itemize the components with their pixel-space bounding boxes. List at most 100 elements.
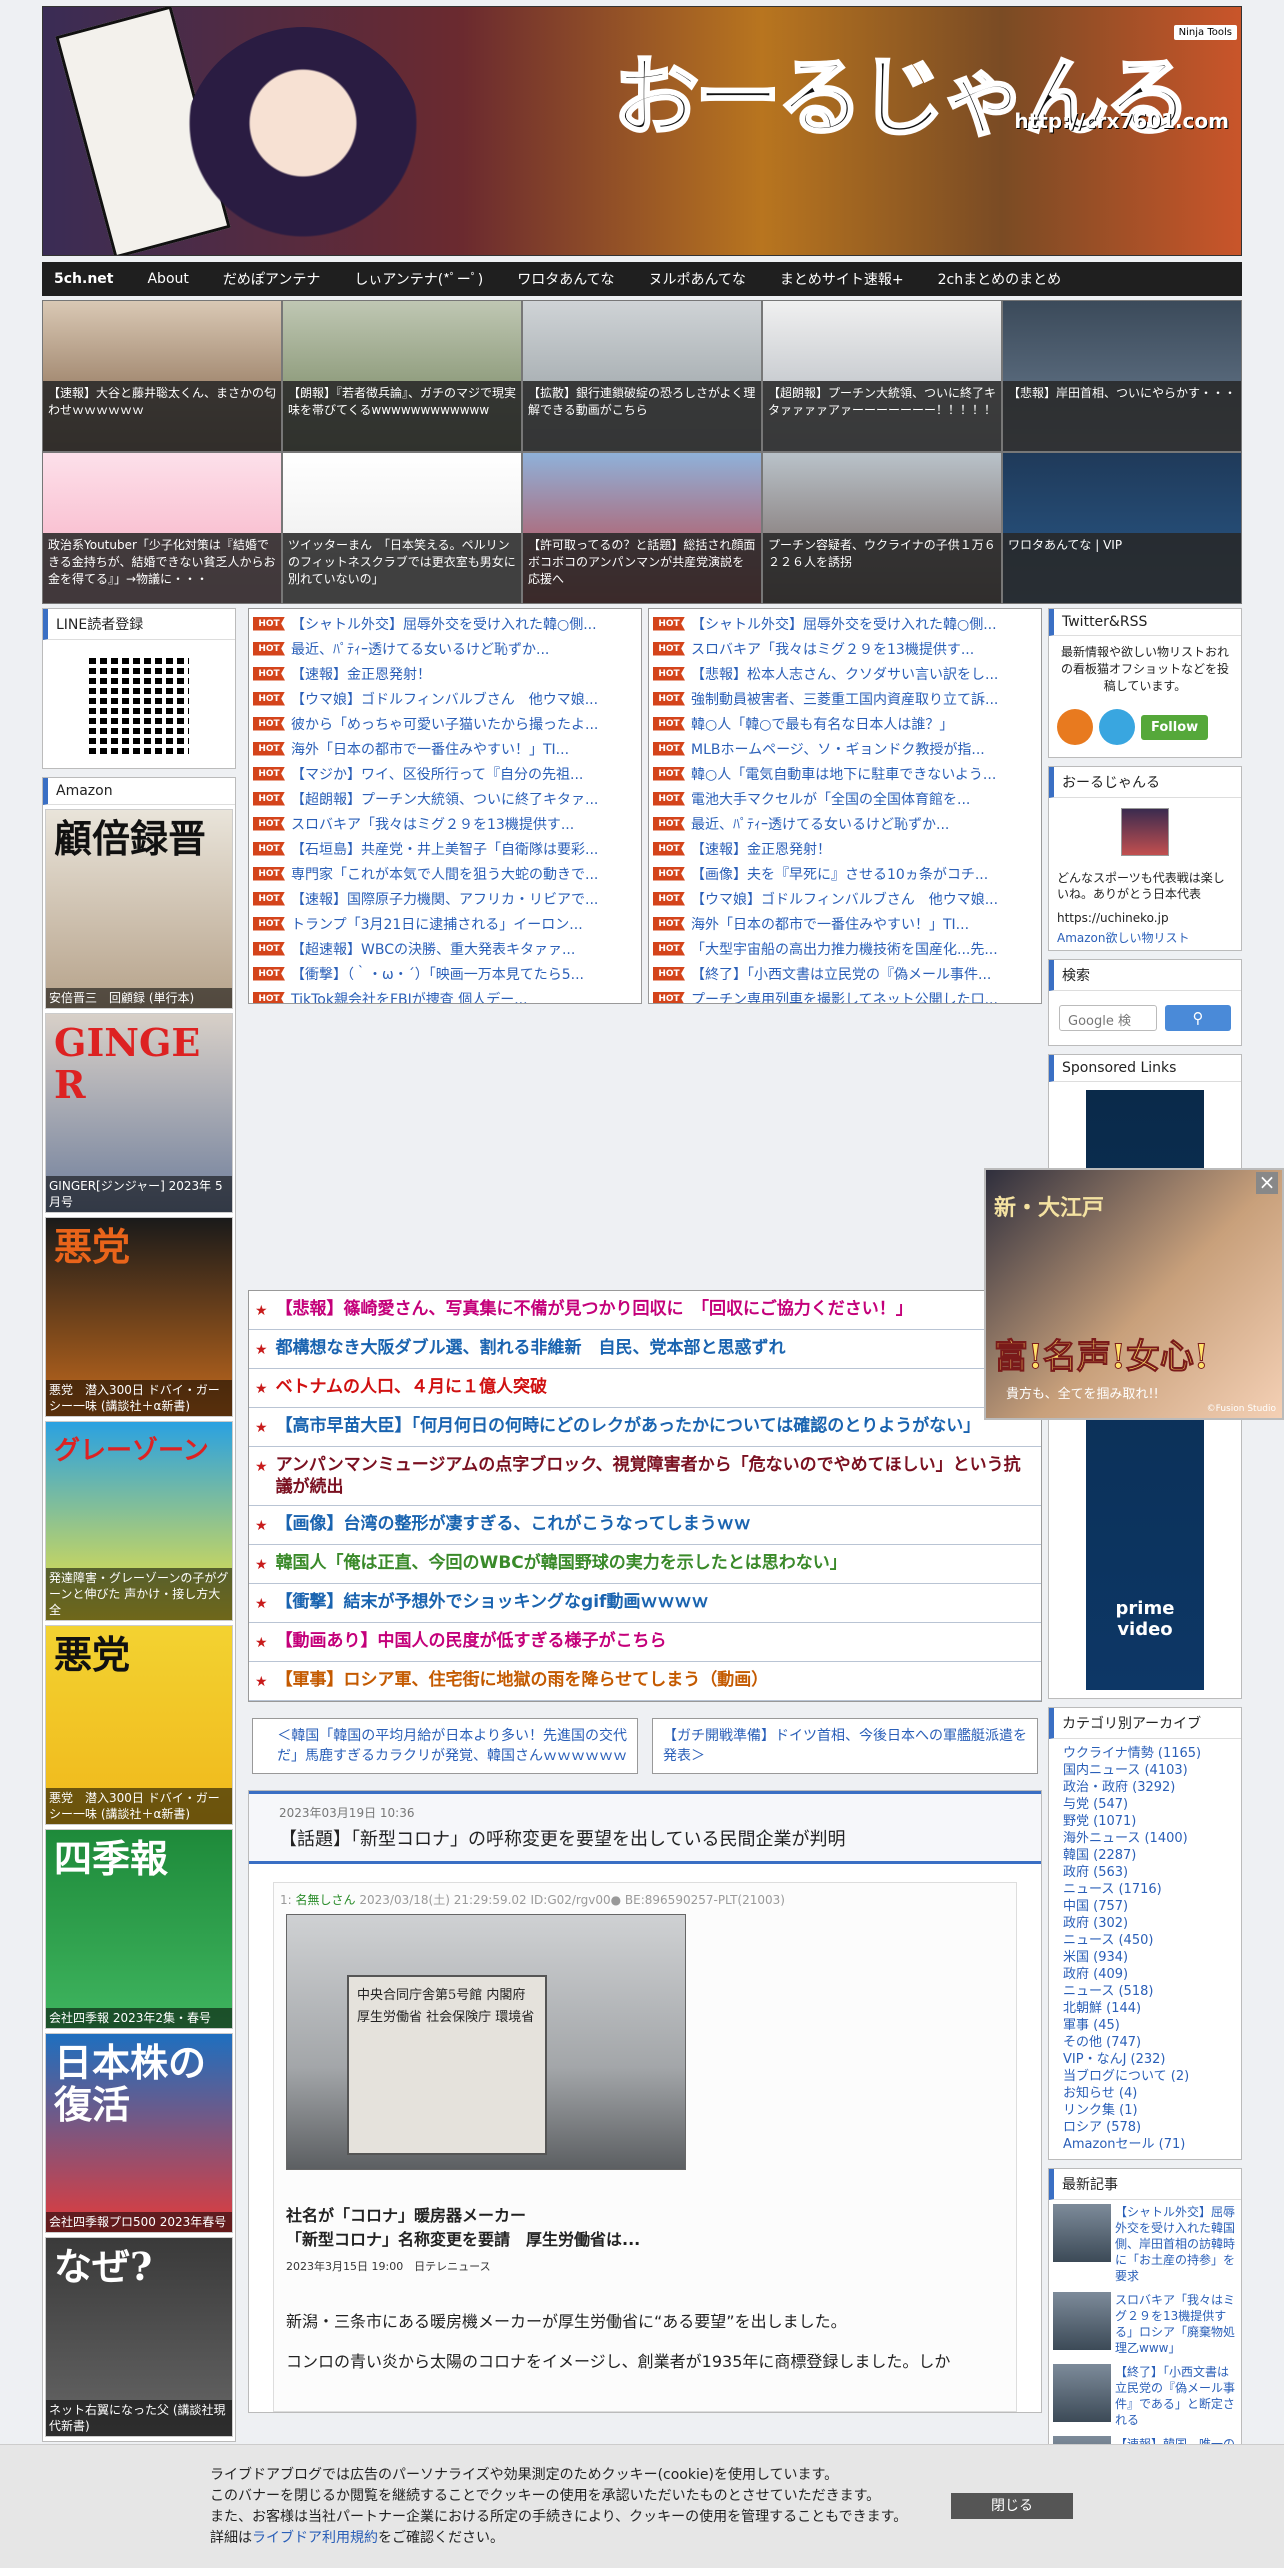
cookie-close-button[interactable]: 閉じる [951,2493,1073,2519]
category-link[interactable]: ニュース (518) [1063,1983,1227,2000]
category-link[interactable]: 米国 (934) [1063,1949,1227,1966]
close-icon[interactable]: × [1256,1172,1278,1194]
feed-item[interactable]: HOT 専門家「これが本気で人間を狙う大蛇の動きで... [253,861,637,886]
feed-item[interactable]: HOT プーチン専用列車を撮影してネット公開した口... [653,986,1037,1003]
nav-link[interactable]: しぃアンテナ(*ﾟーﾟ) [354,269,483,289]
rss-icon[interactable] [1057,709,1093,745]
book-item[interactable]: 悪党 悪党 潜入300日 ドバイ・ガーシー一味 (講談社＋α新書) [45,1217,233,1417]
category-link[interactable]: 中国 (757) [1063,1898,1227,1915]
thumbnail-item[interactable]: 【拡散】銀行連鎖破綻の恐ろしさがよく理解できる動画がこちら [522,300,762,452]
feed-item[interactable]: HOT 海外「日本の都市で一番住みやすい！」TI... [253,736,637,761]
nav-link[interactable]: 2chまとめのまとめ [938,269,1061,289]
feed-item[interactable]: HOT 【終了】「小西文書は立民党の『偽メール事件... [653,961,1037,986]
book-item[interactable]: グレーゾーン 発達障害・グレーゾーンの子がグーンと伸びた 声かけ・接し方大全 [45,1421,233,1621]
wishlist-link[interactable]: Amazon欲しい物リスト [1049,930,1241,950]
category-link[interactable]: VIP・なんJ (232) [1063,2051,1227,2068]
category-link[interactable]: 政治・政府 (3292) [1063,1779,1227,1796]
thumbnail-item[interactable]: 【超朗報】プーチン大統領、ついに終了キタァァァァアァーーーーーーー！！！！！ [762,300,1002,452]
category-link[interactable]: ロシア (578) [1063,2119,1227,2136]
nav-link[interactable]: About [147,271,188,287]
category-link[interactable]: 北朝鮮 (144) [1063,2000,1227,2017]
headline-item[interactable]: ★ 【動画あり】中国人の民度が低すぎる様子がこちら [249,1623,1041,1662]
nav-link[interactable]: まとめサイト速報+ [780,269,904,289]
nav-link[interactable]: だめぽアンテナ [223,269,320,289]
prev-article-link[interactable]: ＜韓国「韓国の平均月給が日本より多い！先進国の交代だ」馬鹿すぎるカラクリが発覚、… [252,1718,638,1774]
overlay-ad[interactable]: × 新・大江戸 富!名声!女心! 貴方も、全てを掴み取れ!! ©Fusion S… [984,1168,1284,1420]
thumbnail-item[interactable]: 【悲報】岸田首相、ついにやらかす・・・ [1002,300,1242,452]
category-link[interactable]: 政府 (302) [1063,1915,1227,1932]
book-item[interactable]: 日本株の復活 会社四季報プロ500 2023年春号 [45,2033,233,2233]
feed-item[interactable]: HOT 【速報】国際原子力機関、アフリカ・リビアで... [253,886,637,911]
feed-item[interactable]: HOT 【ウマ娘】ゴドルフィンバルブさん 他ウマ娘... [253,686,637,711]
thumbnail-item[interactable]: 【許可取ってるの？と話題】総括され顔面ボコボコのアンパンマンが共産党演説を応援へ [522,452,762,604]
article-title[interactable]: 【話題】「新型コロナ」の呼称変更を要望を出している民間企業が判明 [279,1825,1011,1851]
category-link[interactable]: 与党 (547) [1063,1796,1227,1813]
feed-item[interactable]: HOT 最近、ﾊﾟﾃｨｰ透けてる女いるけど恥ずか... [653,811,1037,836]
headline-item[interactable]: ★ 【高市早苗大臣】「何月何日の何時にどのレクがあったかについては確認のとりようが… [249,1408,1041,1447]
nav-link[interactable]: ヌルポあんてな [649,269,746,289]
category-link[interactable]: ウクライナ情勢 (1165) [1063,1745,1227,1762]
headline-item[interactable]: ★ 【軍事】ロシア軍、住宅街に地獄の雨を降らせてしまう（動画） [249,1662,1041,1701]
twitter-icon[interactable] [1099,709,1135,745]
nav-link[interactable]: ワロタあんてな [517,269,614,289]
thumbnail-item[interactable]: 【速報】大谷と藤井聡太くん、まさかの匂わせｗｗｗｗｗｗ [42,300,282,452]
feed-item[interactable]: HOT 韓○人「電気自動車は地下に駐車できないよう... [653,761,1037,786]
category-link[interactable]: 当ブログについて (2) [1063,2068,1227,2085]
category-link[interactable]: 軍事 (45) [1063,2017,1227,2034]
feed-item[interactable]: HOT 【悲報】松本人志さん、クソダサい言い訳をし... [653,661,1037,686]
headline-item[interactable]: ★ 都構想なき大阪ダブル選、割れる非維新 自民、党本部と思惑ずれ [249,1330,1041,1369]
next-article-link[interactable]: 【ガチ開戦準備】ドイツ首相、今後日本への軍艦艇派遣を発表＞ [652,1718,1038,1774]
thumbnail-item[interactable]: 政治系Youtuber「少子化対策は『結婚できる金持ちが、結婚できない貧乏人から… [42,452,282,604]
category-link[interactable]: 政府 (563) [1063,1864,1227,1881]
feed-item[interactable]: HOT スロバキア「我々はミグ２９を13機提供す... [653,636,1037,661]
search-input[interactable]: Google 検 [1059,1005,1157,1031]
book-item[interactable]: 四季報 会社四季報 2023年2集・春号 [45,1829,233,2029]
feed-item[interactable]: HOT 【衝撃】（｀・ω・´）「映画一万本見てたら5... [253,961,637,986]
feed-item[interactable]: HOT 【シャトル外交】屈辱外交を受け入れた韓○側... [653,611,1037,636]
feed-item[interactable]: HOT 最近、ﾊﾟﾃｨｰ透けてる女いるけど恥ずか... [253,636,637,661]
follow-button[interactable]: Follow [1141,714,1209,740]
recent-item[interactable]: 【シャトル外交】屈辱外交を受け入れた韓国側、岸田首相の訪韓時に「お土産の持参」を… [1049,2200,1241,2288]
book-item[interactable]: 顧倍録晋 安倍晋三 回顧録 (単行本) [45,809,233,1009]
category-link[interactable]: 国内ニュース (4103) [1063,1762,1227,1779]
nav-link[interactable]: 5ch.net [54,271,113,287]
headline-item[interactable]: ★ 韓国人「俺は正直、今回のWBCが韓国野球の実力を示したとは思わない」 [249,1545,1041,1584]
feed-item[interactable]: HOT 【ウマ娘】ゴドルフィンバルブさん 他ウマ娘... [653,886,1037,911]
headline-item[interactable]: ★ 【画像】台湾の整形が凄すぎる、これがこうなってしまうｗｗ [249,1506,1041,1545]
category-link[interactable]: Amazonセール (71) [1063,2136,1227,2153]
recent-item[interactable]: スロバキア「我々はミグ２９を13機提供する」ロシア「廃棄物処理乙www」 [1049,2288,1241,2360]
thumbnail-item[interactable]: ツイッターまん 「日本笑える。ペルリンのフィットネスクラブでは更衣室も男女に別れ… [282,452,522,604]
recent-item[interactable]: 【終了】「小西文書は立民党の『偽メール事件』である」と断定される [1049,2360,1241,2432]
feed-item[interactable]: HOT 【速報】金正恩発射！ [653,836,1037,861]
thumbnail-item[interactable]: 【朗報】『若者徴兵論』、ガチのマジで現実味を帯びてくるwwwwwwwwwwww [282,300,522,452]
headline-item[interactable]: ★ アンパンマンミュージアムの点字ブロック、視覚障害者から「危ないのでやめてほしい… [249,1447,1041,1506]
feed-item[interactable]: HOT 【速報】金正恩発射！ [253,661,637,686]
headline-item[interactable]: ★ ベトナムの人口、４月に１億人突破 [249,1369,1041,1408]
about-url[interactable]: https://uchineko.jp [1049,906,1241,930]
category-link[interactable]: ニュース (450) [1063,1932,1227,1949]
feed-item[interactable]: HOT 【シャトル外交】屈辱外交を受け入れた韓○側... [253,611,637,636]
category-link[interactable]: ニュース (1716) [1063,1881,1227,1898]
feed-item[interactable]: HOT 【画像】夫を『早死に』させる10ヵ条がコチ... [653,861,1037,886]
site-header[interactable]: おーるじゃんる http://crx7601.com Ninja Tools [42,6,1242,256]
category-link[interactable]: 野党 (1071) [1063,1813,1227,1830]
category-link[interactable]: 海外ニュース (1400) [1063,1830,1227,1847]
feed-item[interactable]: HOT トランプ「3月21日に逮捕される」イーロン... [253,911,637,936]
article-image[interactable]: 中央合同庁舎第5号館 内閣府 厚生労働省 社会保険庁 環境省 [286,1914,686,2170]
category-link[interactable]: 韓国 (2287) [1063,1847,1227,1864]
feed-item[interactable]: HOT 彼から「めっちゃ可愛い子猫いたから撮ったよ... [253,711,637,736]
category-link[interactable]: リンク集 (1) [1063,2102,1227,2119]
feed-item[interactable]: HOT 電池大手マクセルが「全国の全国体育館を... [653,786,1037,811]
ninja-tools-badge[interactable]: Ninja Tools [1173,25,1237,40]
search-button[interactable]: ⚲ [1165,1005,1231,1031]
feed-item[interactable]: HOT 【超速報】WBCの決勝、重大発表キタァァ... [253,936,637,961]
feed-item[interactable]: HOT 海外「日本の都市で一番住みやすい！」TI... [653,911,1037,936]
feed-item[interactable]: HOT 【超朗報】プーチン大統領、ついに終了キタァ... [253,786,637,811]
feed-item[interactable]: HOT 【マジか】ワイ、区役所行って『自分の先祖... [253,761,637,786]
feed-item[interactable]: HOT 強制動員被害者、三菱重工国内資産取り立て訴... [653,686,1037,711]
terms-link[interactable]: ライブドア利用規約 [252,2530,378,2546]
book-item[interactable]: なぜ? ネット右翼になった父 (講談社現代新書) [45,2237,233,2437]
feed-item[interactable]: HOT TikTok親会社をFBIが捜査 個人デー... [253,986,637,1003]
thumbnail-item[interactable]: ワロタあんてな | VIP [1002,452,1242,604]
qr-code-icon[interactable] [89,654,189,754]
